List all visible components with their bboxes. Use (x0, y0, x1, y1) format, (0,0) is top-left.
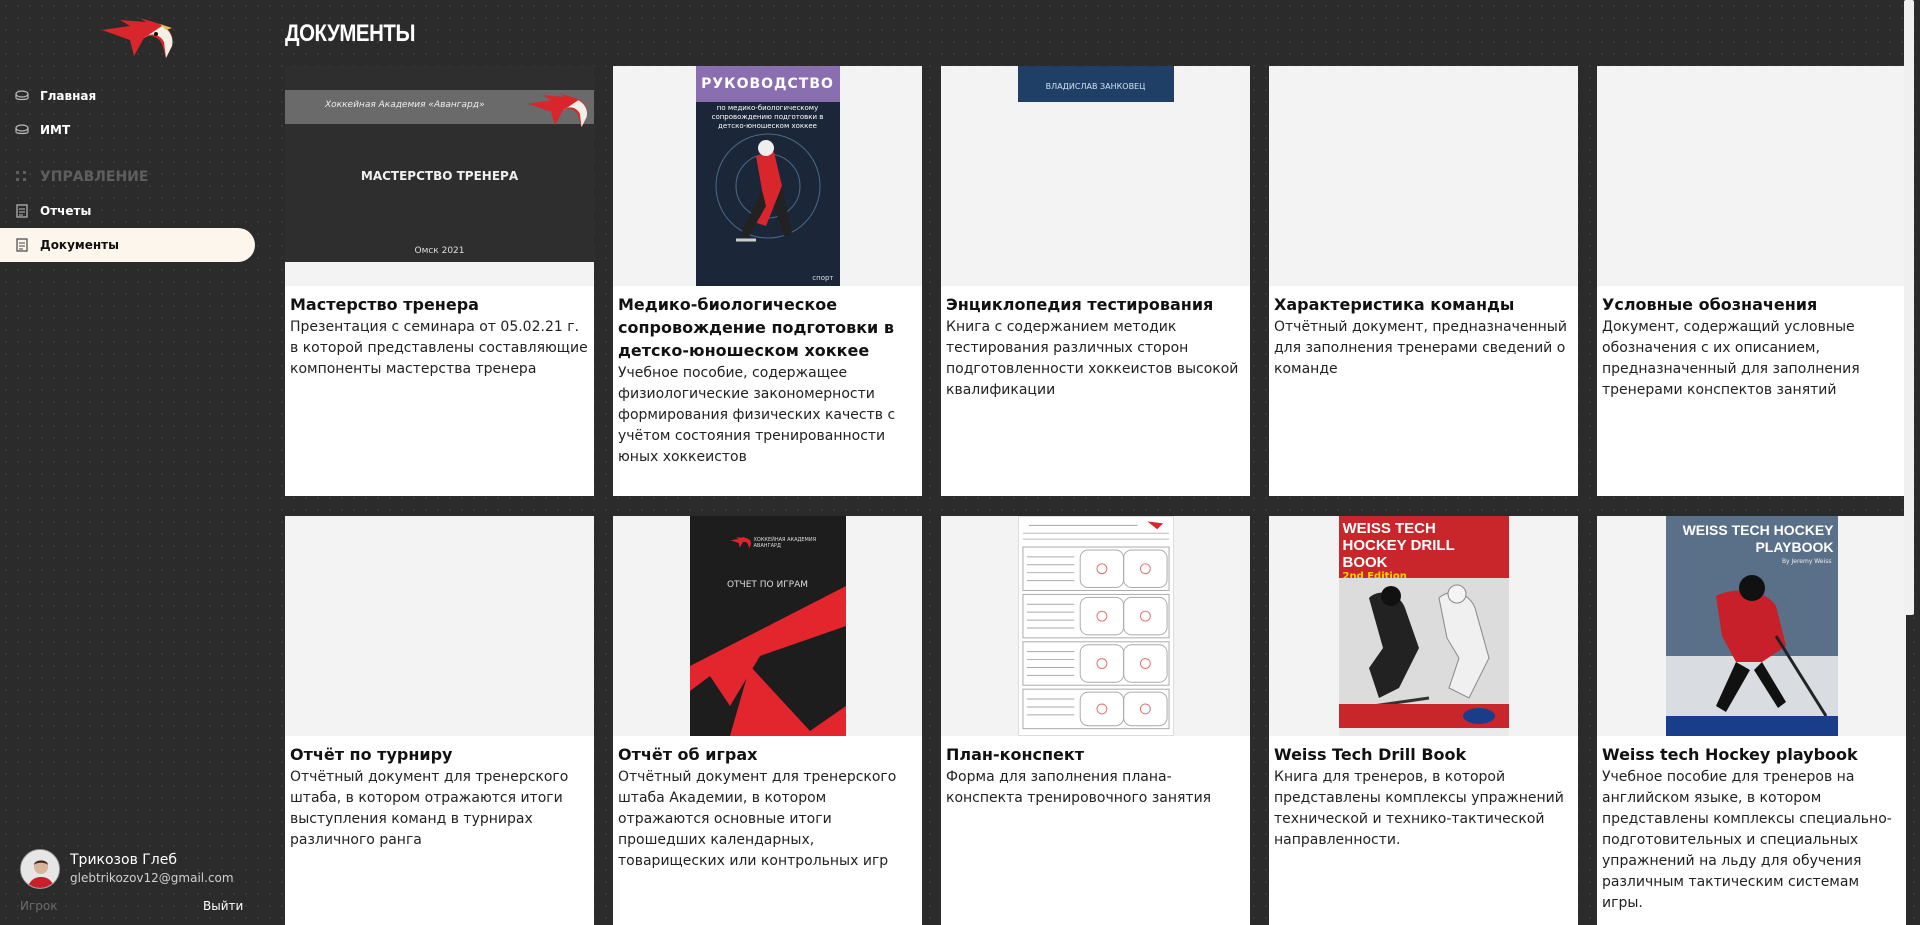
hockey-player-image (1665, 575, 1838, 736)
document-card[interactable]: WEISS TECH HOCKEY DRILL BOOK 2nd Edition… (1269, 516, 1578, 925)
thumb-header: РУКОВОДСТВО (701, 76, 834, 92)
sidebar-section-management: УПРАВЛЕНИЕ (0, 163, 255, 191)
hockey-players-image (1338, 578, 1509, 728)
document-card[interactable]: Отчёт по турниру Отчётный документ для т… (285, 516, 594, 925)
card-description: Учебное пособие, содержащее физиологичес… (618, 365, 896, 465)
card-description: Отчётный документ для тренерского штаба,… (290, 769, 569, 848)
document-thumbnail (1269, 66, 1578, 286)
thumb-title: МАСТЕРСТВО ТРЕНЕРА (360, 169, 519, 183)
card-title: Мастерство тренера (290, 295, 479, 314)
document-card[interactable]: WEISS TECH HOCKEY PLAYBOOK By Jeremy Wei… (1597, 516, 1906, 925)
card-title: План-конспект (946, 745, 1085, 764)
scrollbar[interactable] (1904, 0, 1914, 615)
user-name: Трикозов Глеб (70, 852, 178, 868)
document-thumbnail (285, 516, 594, 736)
documents-grid: Хоккейная Академия «Авангард» МАСТЕРСТВО… (285, 66, 1906, 925)
user-profile: Трикозов Глеб glebtrikozov12@gmail.com И… (20, 849, 250, 919)
card-title: Отчёт по турниру (290, 745, 453, 764)
card-title: Weiss Tech Drill Book (1274, 745, 1467, 764)
card-title: Weiss tech Hockey playbook (1602, 745, 1858, 764)
sidebar-item-documents[interactable]: Документы (0, 228, 255, 262)
document-icon (14, 203, 30, 219)
document-icon (14, 237, 30, 253)
document-card[interactable]: Хоккейная Академия «Авангард» МАСТЕРСТВО… (285, 66, 594, 496)
puck-icon (14, 122, 30, 138)
document-card[interactable]: Условные обозначения Документ, содержащи… (1597, 66, 1906, 496)
thumb-subtitle: By Jeremy Weiss (1781, 558, 1832, 565)
card-description: Документ, содержащий условные обозначени… (1602, 319, 1860, 398)
card-description: Отчётный документ, предназначенный для з… (1274, 319, 1567, 377)
document-card[interactable]: ВЛАДИСЛАВ ЗАНКОВЕЦ Энциклопедия тестиров… (941, 66, 1250, 496)
card-title: Характеристика команды (1274, 295, 1515, 314)
card-title: Условные обозначения (1602, 295, 1818, 314)
plan-form-image (1017, 516, 1174, 736)
card-title: Медико-биологическое сопровождение подго… (618, 295, 894, 360)
user-email: glebtrikozov12@gmail.com (70, 871, 234, 885)
card-description: Книга с содержанием методик тестирования… (946, 319, 1239, 398)
document-thumbnail: ВЛАДИСЛАВ ЗАНКОВЕЦ (941, 66, 1250, 286)
grid-dots-icon (14, 169, 30, 185)
thumb-header: ВЛАДИСЛАВ ЗАНКОВЕЦ (1045, 82, 1146, 91)
document-card[interactable]: Характеристика команды Отчётный документ… (1269, 66, 1578, 496)
card-description: Книга для тренеров, в которой представле… (1274, 769, 1564, 848)
page-title: ДОКУМЕНТЫ (285, 20, 415, 47)
thumb-header: WEISS TECH HOCKEY PLAYBOOK (1682, 522, 1834, 555)
user-role: Игрок (20, 899, 58, 913)
card-description: Презентация с семинара от 05.02.21 г. в … (290, 319, 588, 377)
hawk-logo-icon (527, 93, 588, 128)
thumb-footer: Омск 2021 (414, 246, 465, 256)
sidebar-item-label: Отчеты (40, 204, 92, 218)
sidebar-item-home[interactable]: Главная (0, 79, 255, 113)
document-card[interactable]: План-конспект Форма для заполнения плана… (941, 516, 1250, 925)
hockey-player-image (715, 133, 820, 242)
hawk-logo-icon[interactable] (100, 16, 176, 64)
card-title: Отчёт об играх (618, 745, 758, 764)
avatar[interactable] (20, 849, 60, 889)
card-description: Отчётный документ для тренерского штаба … (618, 769, 897, 869)
card-description: Учебное пособие для тренеров на английск… (1602, 769, 1892, 911)
document-thumbnail: WEISS TECH HOCKEY PLAYBOOK By Jeremy Wei… (1597, 516, 1906, 736)
thumb-footer: спорт (812, 274, 834, 282)
sidebar-item-label: ИМТ (40, 123, 71, 137)
card-description: Форма для заполнения плана-конспекта тре… (946, 769, 1212, 806)
sidebar-item-reports[interactable]: Отчеты (0, 194, 255, 228)
sidebar-item-label: Главная (40, 89, 97, 103)
document-thumbnail: WEISS TECH HOCKEY DRILL BOOK 2nd Edition (1269, 516, 1578, 736)
document-thumbnail: РУКОВОДСТВО по медико-биологическому соп… (613, 66, 922, 286)
document-thumbnail: Хоккейная Академия «Авангард» МАСТЕРСТВО… (285, 66, 594, 286)
document-card[interactable]: РУКОВОДСТВО по медико-биологическому соп… (613, 66, 922, 496)
puck-icon (14, 88, 30, 104)
thumb-header: WEISS TECH HOCKEY DRILL BOOK (1342, 520, 1455, 571)
sidebar: Главная ИМТ УПРАВЛЕНИЕ Отчеты Документы (0, 0, 262, 925)
document-thumbnail (1597, 66, 1906, 286)
document-thumbnail: ХОККЕЙНАЯ АКАДЕМИЯ АВАНГАРД ОТЧЕТ ПО ИГР… (613, 516, 922, 736)
sidebar-section-label: УПРАВЛЕНИЕ (40, 169, 149, 185)
document-thumbnail (941, 516, 1250, 736)
document-card[interactable]: ХОККЕЙНАЯ АКАДЕМИЯ АВАНГАРД ОТЧЕТ ПО ИГР… (613, 516, 922, 925)
thumb-header: Хоккейная Академия «Авангард» (325, 100, 485, 110)
card-title: Энциклопедия тестирования (946, 295, 1214, 314)
sidebar-item-imt[interactable]: ИМТ (0, 113, 255, 147)
logout-button[interactable]: Выйти (203, 899, 243, 913)
sidebar-item-label: Документы (40, 238, 119, 252)
